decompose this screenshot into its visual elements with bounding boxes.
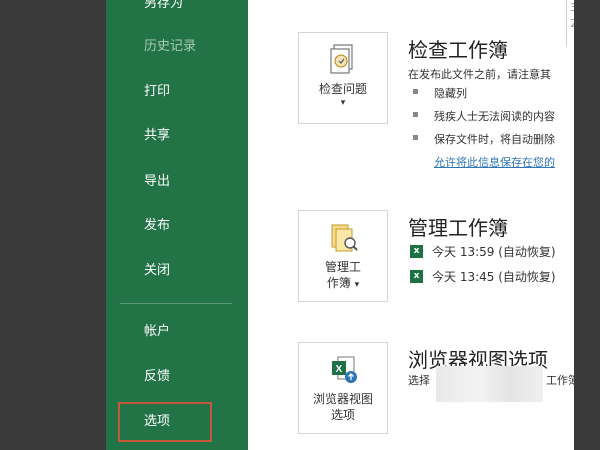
allow-save-info-link[interactable]: 允许将此信息保存在您的 bbox=[434, 154, 555, 170]
manage-workbook-button[interactable]: 管理工 作簿 ▾ bbox=[298, 210, 388, 302]
sidebar-item-print[interactable]: 打印 bbox=[144, 82, 170, 102]
sidebar-divider bbox=[120, 303, 232, 304]
excel-file-icon: x bbox=[410, 245, 423, 258]
browser-tile-label-line1: 浏览器视图 bbox=[312, 392, 373, 406]
sidebar-item-options[interactable]: 选项 bbox=[144, 412, 170, 432]
bullet-icon bbox=[413, 112, 418, 117]
browser-tile-label-line2: 选项 bbox=[330, 408, 355, 422]
sidebar-item-close[interactable]: 关闭 bbox=[144, 261, 170, 281]
browser-view-options-button[interactable]: X 浏览器视图 选项 bbox=[298, 342, 388, 434]
backstage-sidebar: 另存为 历史记录 打印 共享 导出 发布 关闭 帐户 反馈 选项 bbox=[106, 0, 248, 450]
bullet-icon bbox=[413, 135, 418, 140]
browser-desc-end: 工作簿 bbox=[546, 374, 574, 387]
sidebar-item-feedback[interactable]: 反馈 bbox=[144, 367, 170, 387]
chevron-down-icon: ▾ bbox=[340, 98, 346, 108]
sidebar-item-publish[interactable]: 发布 bbox=[144, 216, 170, 236]
info-content-pane: 检查问题 ▾ 检查工作簿 在发布此文件之前，请注意其 隐藏列 残疾人士无法阅读的… bbox=[248, 0, 574, 450]
bullet-icon bbox=[413, 89, 418, 94]
browser-view-icon: X bbox=[332, 356, 357, 383]
inspect-workbook-button[interactable]: 检查问题 ▾ bbox=[298, 32, 388, 124]
manage-tile-label-line2: 作簿 ▾ bbox=[299, 275, 387, 293]
manage-tile-label-line1: 管理工 bbox=[324, 260, 361, 274]
excel-file-icon: x bbox=[410, 270, 423, 283]
svg-text:X: X bbox=[336, 364, 343, 375]
inspect-bullet-accessibility: 残疾人士无法阅读的内容 bbox=[434, 110, 555, 123]
browser-desc-start: 选择 bbox=[408, 374, 430, 387]
sidebar-item-share[interactable]: 共享 bbox=[144, 126, 170, 146]
background-left bbox=[0, 0, 106, 450]
sidebar-item-account[interactable]: 帐户 bbox=[144, 322, 170, 342]
inspect-title: 检查工作簿 bbox=[408, 38, 508, 62]
version-autorecover-1359[interactable]: 今天 13:59 (自动恢复) bbox=[432, 243, 556, 260]
background-right bbox=[574, 0, 600, 450]
manage-title: 管理工作簿 bbox=[408, 216, 508, 240]
sidebar-item-save-as[interactable]: 另存为 bbox=[144, 0, 183, 14]
inspect-document-icon bbox=[330, 44, 353, 74]
inspect-bullet-auto-remove: 保存文件时，将自动删除 bbox=[434, 133, 555, 146]
manage-workbook-icon bbox=[331, 224, 358, 252]
inspect-intro: 在发布此文件之前，请注意其 bbox=[408, 68, 551, 81]
inspect-bullet-hidden-columns: 隐藏列 bbox=[434, 87, 467, 100]
sidebar-item-history[interactable]: 历史记录 bbox=[144, 37, 196, 57]
blurred-region bbox=[436, 366, 543, 402]
version-autorecover-1345[interactable]: 今天 13:45 (自动恢复) bbox=[432, 268, 556, 285]
chevron-down-icon: ▾ bbox=[354, 280, 360, 290]
sidebar-item-export[interactable]: 导出 bbox=[144, 172, 170, 192]
manage-tile-label-text: 作簿 bbox=[326, 276, 351, 290]
